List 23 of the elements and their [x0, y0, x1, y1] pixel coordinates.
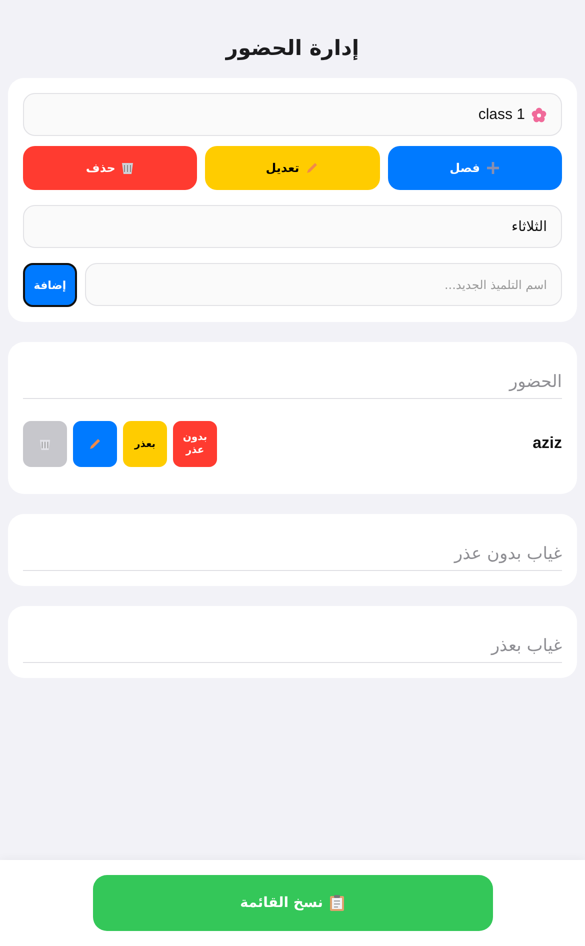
add-button[interactable]: إضافة: [23, 263, 77, 307]
section-title: غياب بعذر: [23, 636, 562, 663]
excused-button[interactable]: بعذر: [123, 421, 167, 467]
plus-icon: [486, 161, 500, 175]
delete-class-button[interactable]: حذف: [23, 146, 198, 190]
trash-icon: [121, 161, 134, 175]
section-title: غياب بدون عذر: [23, 544, 562, 571]
edit-button[interactable]: [73, 421, 117, 467]
edit-class-button[interactable]: تعديل: [205, 146, 380, 190]
copy-list-button[interactable]: نسخ القائمة: [92, 875, 492, 931]
student-name-input[interactable]: اسم التلميذ الجديد...: [85, 263, 562, 306]
section-title: الحضور: [23, 372, 562, 399]
page-title: إدارة الحضور: [224, 35, 360, 62]
pencil-icon: [305, 161, 320, 175]
flower-icon: [531, 106, 547, 122]
trash-icon: [39, 438, 51, 450]
clipboard-icon: [329, 894, 345, 912]
student-name: aziz: [532, 435, 562, 453]
pencil-icon: [88, 437, 102, 451]
day-select[interactable]: الثلاثاء: [23, 205, 562, 248]
unexcused-button[interactable]: بدون عذر: [173, 421, 217, 467]
class-select[interactable]: class 1: [23, 93, 562, 136]
add-class-button[interactable]: فصل: [388, 146, 562, 190]
